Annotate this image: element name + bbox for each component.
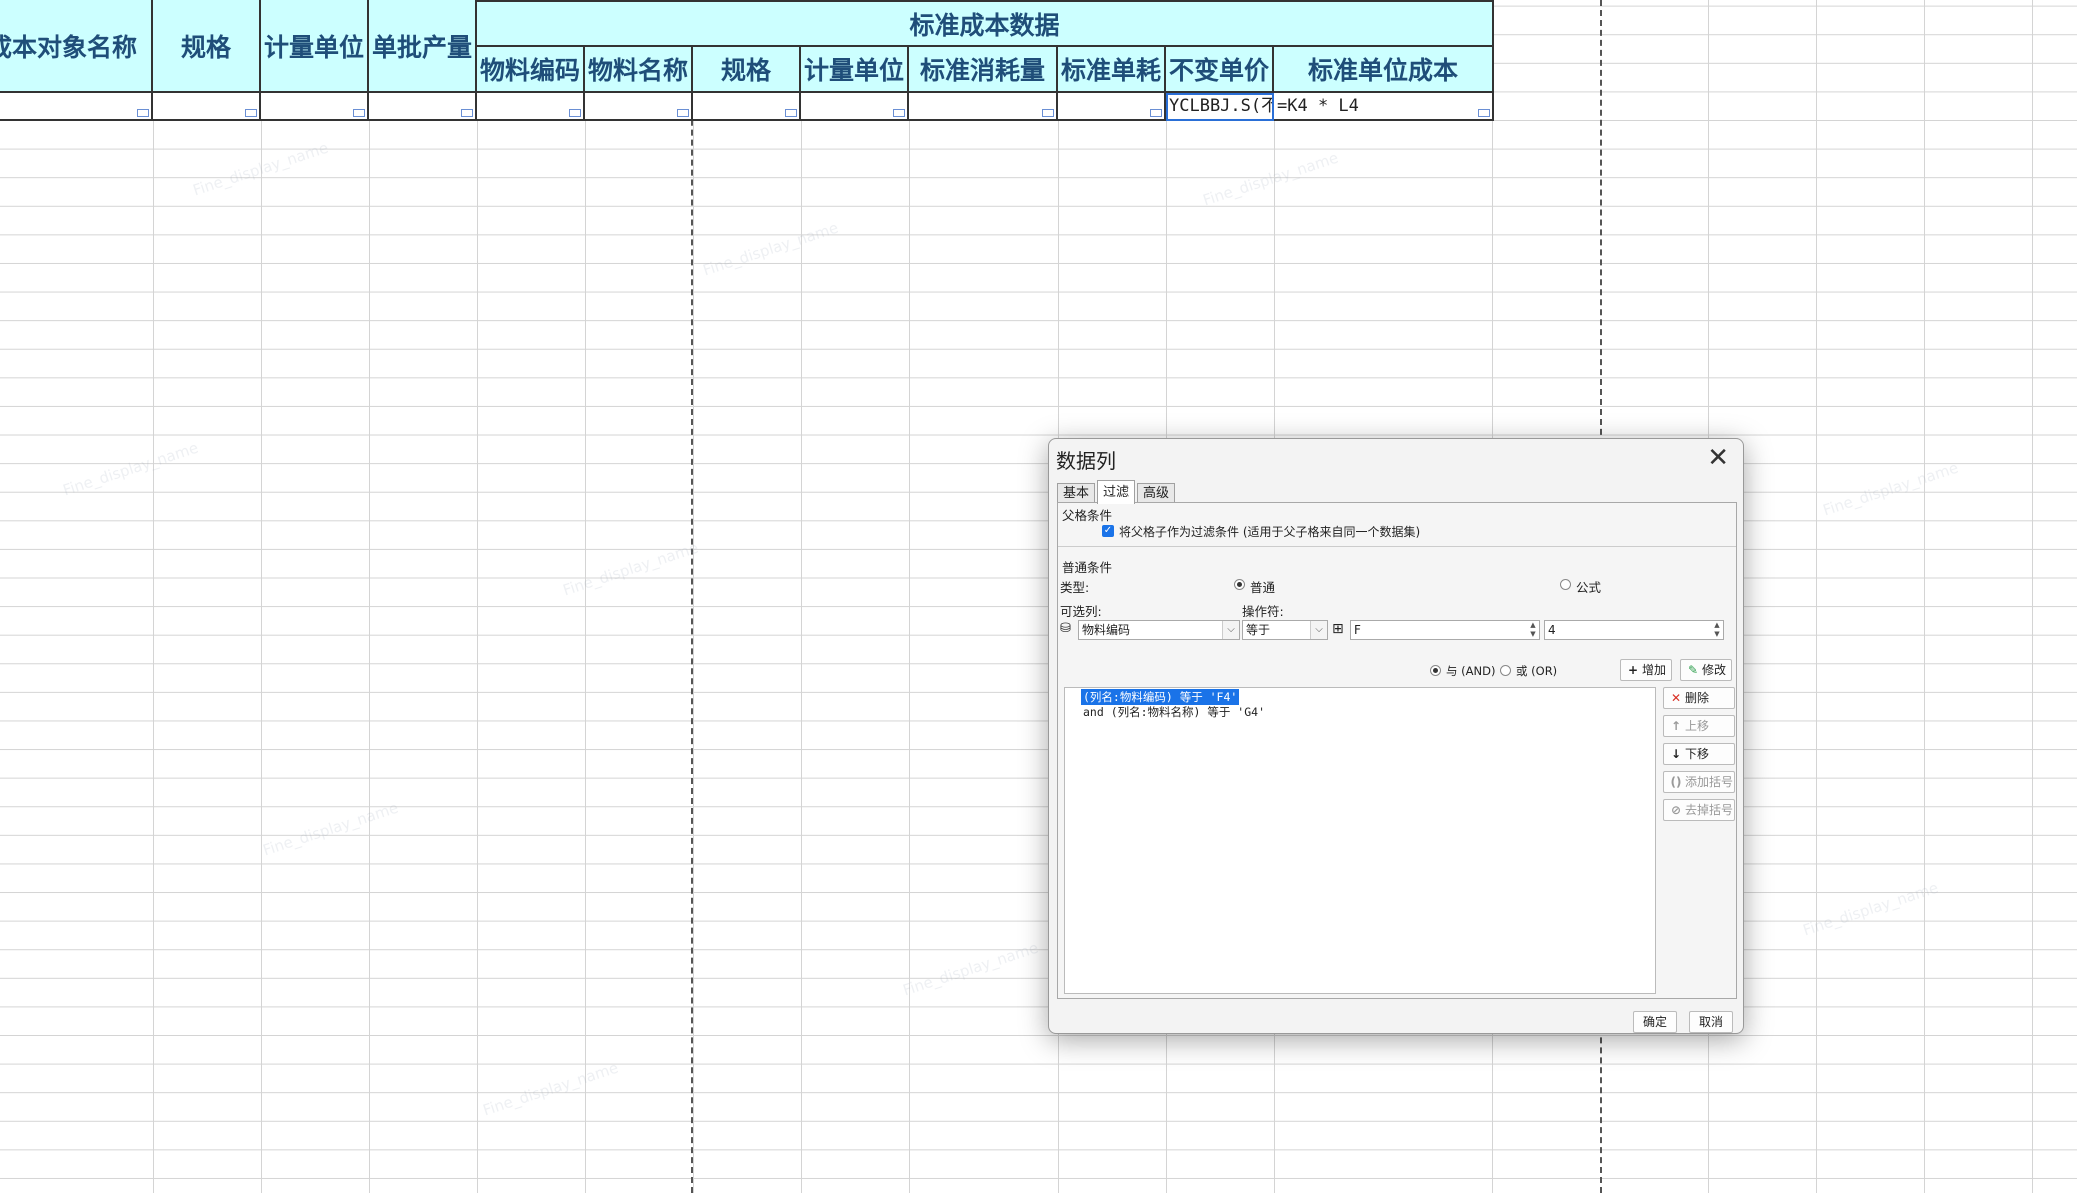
header-standard-unit-cost[interactable]: 标准单位成本 — [1274, 47, 1494, 93]
operator-select[interactable]: 等于 ⌵ — [1242, 620, 1328, 640]
spreadsheet-grid[interactable] — [0, 0, 2077, 1193]
close-icon[interactable]: ✕ — [1707, 443, 1729, 473]
ok-button[interactable]: 确定 — [1633, 1011, 1677, 1033]
col-line — [153, 0, 154, 1193]
radio-and-label[interactable]: 与 (AND) — [1446, 663, 1495, 679]
radio-or-label[interactable]: 或 (OR) — [1516, 663, 1557, 679]
parent-filter-checkbox-label[interactable]: 将父格子作为过滤条件 (适用于父子格来自同一个数据集) — [1119, 523, 1420, 540]
value-input-row[interactable]: 4 ▲ ▼ — [1544, 620, 1724, 640]
col-line — [2032, 0, 2033, 1193]
radio-normal[interactable] — [1234, 579, 1245, 590]
header-material-name[interactable]: 物料名称 — [585, 47, 693, 93]
parentheses-icon: () — [1670, 775, 1682, 789]
add-parentheses-button[interactable]: () 添加括号 — [1663, 771, 1735, 793]
condition-item-selected[interactable]: (列名:物料编码) 等于 'F4' — [1081, 689, 1240, 705]
arrow-up-icon: ↑ — [1670, 719, 1682, 733]
radio-normal-label[interactable]: 普通 — [1250, 577, 1275, 596]
checkbox-checked-icon[interactable]: ✓ — [1102, 525, 1114, 537]
cell-standard-unit-cost-formula[interactable]: =K4 * L4 — [1274, 93, 1494, 121]
delete-button[interactable]: ✕ 删除 — [1663, 687, 1735, 709]
cell-fixed-unit-price-formula[interactable]: YCLBBJ.S(不 — [1166, 93, 1274, 121]
operator-label: 操作符: — [1242, 604, 1284, 619]
col-line — [585, 0, 586, 1193]
value-input-column[interactable]: F ▲ ▼ — [1350, 620, 1540, 640]
header-unit[interactable]: 计量单位 — [261, 0, 369, 93]
parent-condition-title: 父格条件 — [1062, 508, 1113, 523]
move-up-button[interactable]: ↑ 上移 — [1663, 715, 1735, 737]
add-button[interactable]: + 增加 — [1620, 659, 1673, 681]
modify-button[interactable]: ✎ 修改 — [1680, 659, 1733, 681]
dialog-title: 数据列 — [1056, 449, 1116, 473]
cell-row4[interactable] — [153, 93, 261, 121]
radio-formula-label[interactable]: 公式 — [1576, 577, 1601, 596]
plus-icon: + — [1627, 663, 1639, 677]
chevron-down-icon[interactable]: ⌵ — [1310, 621, 1327, 639]
col-line — [909, 0, 910, 1193]
header-standard-consumption[interactable]: 标准消耗量 — [909, 47, 1058, 93]
col-line — [693, 0, 694, 1193]
cell-row4[interactable] — [0, 93, 153, 121]
cell-row4[interactable] — [1058, 93, 1166, 121]
arrow-down-icon: ↓ — [1670, 747, 1682, 761]
condition-list[interactable]: (列名:物料编码) 等于 'F4' and (列名:物料名称) 等于 'G4' — [1064, 687, 1656, 994]
delete-x-icon: ✕ — [1670, 691, 1682, 705]
header-material-code[interactable]: 物料编码 — [477, 47, 585, 93]
column-picker-icon[interactable]: ⊞ — [1332, 621, 1344, 637]
page-break-line — [691, 0, 693, 1193]
col-line — [369, 0, 370, 1193]
tab-filter[interactable]: 过滤 — [1097, 480, 1136, 504]
edit-icon: ✎ — [1687, 663, 1699, 677]
cell-row4[interactable] — [261, 93, 369, 121]
header-fixed-unit-price[interactable]: 不变单价 — [1166, 47, 1274, 93]
data-column-dialog: 数据列 ✕ 基本 过滤 高级 父格条件 ✓ 将父格子作为过滤条件 (适用于父子格… — [1048, 438, 1744, 1034]
column-select[interactable]: 物料编码 ⌵ — [1078, 620, 1240, 640]
header-spec-2[interactable]: 规格 — [693, 47, 801, 93]
col-line — [1816, 0, 1817, 1193]
cancel-button[interactable]: 取消 — [1689, 1011, 1733, 1033]
header-cost-object-name[interactable]: 成本对象名称 — [0, 0, 153, 93]
spinner-icon[interactable]: ▲ ▼ — [1711, 621, 1723, 639]
chevron-down-icon[interactable]: ⌵ — [1222, 621, 1239, 639]
cell-row4[interactable] — [909, 93, 1058, 121]
col-line — [477, 0, 478, 1193]
move-down-button[interactable]: ↓ 下移 — [1663, 743, 1735, 765]
radio-and[interactable] — [1430, 665, 1441, 676]
type-label: 类型: — [1060, 580, 1090, 595]
header-unit-2[interactable]: 计量单位 — [801, 47, 909, 93]
condition-item[interactable]: and (列名:物料名称) 等于 'G4' — [1083, 704, 1265, 720]
header-standard-unit-consumption[interactable]: 标准单耗 — [1058, 47, 1166, 93]
col-line — [801, 0, 802, 1193]
column-dataset-icon: ⛁ — [1060, 621, 1071, 636]
spinner-icon[interactable]: ▲ ▼ — [1527, 621, 1539, 639]
remove-parentheses-button[interactable]: ⊘ 去掉括号 — [1663, 799, 1735, 821]
cell-row4[interactable] — [585, 93, 693, 121]
remove-parentheses-icon: ⊘ — [1670, 803, 1682, 817]
radio-or[interactable] — [1500, 665, 1511, 676]
col-line — [261, 0, 262, 1193]
header-standard-cost-data[interactable]: 标准成本数据 — [477, 0, 1494, 47]
cell-row4[interactable] — [801, 93, 909, 121]
cell-row4[interactable] — [369, 93, 477, 121]
divider — [1058, 546, 1736, 547]
normal-condition-title: 普通条件 — [1062, 560, 1113, 575]
tab-basic[interactable]: 基本 — [1057, 483, 1096, 503]
cell-row4[interactable] — [477, 93, 585, 121]
filter-panel: 父格条件 ✓ 将父格子作为过滤条件 (适用于父子格来自同一个数据集) 普通条件 … — [1057, 502, 1737, 999]
column-label: 可选列: — [1060, 604, 1102, 619]
header-spec[interactable]: 规格 — [153, 0, 261, 93]
cell-row4[interactable] — [693, 93, 801, 121]
header-batch-output[interactable]: 单批产量 — [369, 0, 477, 93]
tab-advanced[interactable]: 高级 — [1137, 483, 1176, 503]
col-line — [1924, 0, 1925, 1193]
radio-formula[interactable] — [1560, 579, 1571, 590]
